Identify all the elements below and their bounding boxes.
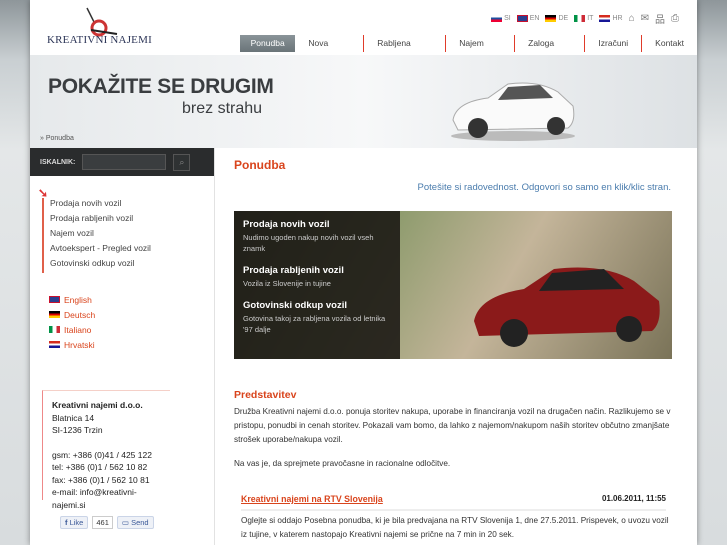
lang-label: Hrvatski [64, 339, 95, 350]
nav-rabljena-vozila[interactable]: Rabljena vozila [363, 35, 445, 65]
promo-item[interactable]: Prodaja novih vozil Nudimo ugoden nakup n… [243, 219, 391, 254]
lang-en[interactable]: EN [516, 15, 540, 22]
banner-headline: POKAŽITE SE DRUGIM [48, 75, 274, 98]
lang-code: HR [612, 15, 623, 22]
lang-link-deutsch[interactable]: Deutsch [49, 307, 95, 322]
lang-de[interactable]: DE [545, 15, 568, 22]
nav-zaloga-vozil[interactable]: Zaloga vozil [514, 35, 584, 65]
like-count: 461 [92, 516, 113, 529]
sidebar-item-najem[interactable]: Najem vozil [42, 228, 151, 243]
sitemap-icon[interactable]: 品 [655, 11, 665, 26]
facebook-icon: f [65, 518, 68, 527]
red-car-image [474, 267, 660, 347]
nav-nova-vozila[interactable]: Nova vozila [295, 35, 363, 65]
lang-link-italiano[interactable]: Italiano [49, 322, 95, 337]
lang-link-english[interactable]: English [49, 292, 95, 307]
lang-code: EN [529, 15, 540, 22]
flag-hr-icon [49, 341, 60, 348]
send-icon: ▭ [121, 518, 129, 527]
main-nav: Ponudba Nova vozila Rabljena vozila Naje… [240, 35, 697, 65]
promo-title: Gotovinski odkup vozil [243, 300, 347, 311]
banner: POKAŽITE SE DRUGIM brez strahu » Ponudba [30, 55, 697, 148]
lang-it[interactable]: IT [574, 15, 593, 22]
news-header: Kreativni najemi na RTV Slovenija 01.06.… [241, 494, 666, 511]
email[interactable]: e-mail: info@kreativni-najemi.si [52, 486, 170, 511]
news-text: Oglejte si oddajo Posebna ponudba, ki je… [241, 516, 669, 539]
sidebar-item-avtoekspert[interactable]: Avtoekspert - Pregled vozil [42, 243, 151, 258]
search-label: ISKALNIK: [40, 158, 76, 166]
sidebar-item-prodaja-novih[interactable]: Prodaja novih vozil [42, 198, 151, 213]
tel: tel: +386 (0)1 / 562 10 82 [52, 462, 148, 472]
flag-de-icon [545, 15, 557, 22]
flag-en-icon [49, 296, 60, 303]
search-icon: ⌕ [179, 156, 185, 167]
lang-code: DE [558, 15, 569, 22]
facebook-send-button[interactable]: ▭ Send [116, 516, 154, 529]
page: KREATIVNI NAJEMI SI EN DE IT HR ⌂ ✉ 品 ⎙ … [30, 0, 697, 545]
logo-text[interactable]: KREATIVNI NAJEMI [47, 34, 152, 46]
search-button[interactable]: ⌕ [173, 153, 191, 171]
flag-it-icon [574, 15, 586, 22]
banner-subline: brez strahu [182, 100, 263, 117]
nav-izracuni[interactable]: Izračuni [584, 35, 641, 52]
news-title-link[interactable]: Kreativni najemi na RTV Slovenija [241, 494, 383, 504]
home-icon[interactable]: ⌂ [629, 13, 635, 24]
promo-text: Vozila iz Slovenije in tujine [243, 279, 331, 288]
nav-ponudba[interactable]: Ponudba [240, 35, 296, 52]
lang-code: IT [587, 15, 594, 22]
promo-title: Prodaja rabljenih vozil [243, 265, 344, 276]
promo-list: Prodaja novih vozil Nudimo ugoden nakup n… [234, 211, 400, 359]
lang-label: Italiano [64, 324, 92, 335]
gsm: gsm: +386 (0)41 / 425 122 [52, 449, 152, 460]
sidebar-languages: English Deutsch Italiano Hrvatski [49, 292, 95, 352]
page-title: Ponudba [234, 158, 286, 172]
lang-hr[interactable]: HR [599, 15, 623, 22]
promo-item[interactable]: Prodaja rabljenih vozil Vozila iz Sloveni… [243, 265, 391, 289]
facebook-like-button[interactable]: f Like [60, 516, 89, 529]
sidebar-menu: Prodaja novih vozil Prodaja rabljenih vo… [42, 198, 151, 273]
company-name: Kreativni najemi d.o.o. [52, 400, 143, 410]
promo-title: Prodaja novih vozil [243, 219, 330, 230]
flag-si-icon [491, 15, 503, 22]
white-car-image [451, 82, 575, 141]
search-bar: ISKALNIK: ⌕ [30, 148, 214, 176]
sidebar-item-odkup[interactable]: Gotovinski odkup vozil [42, 258, 151, 273]
nav-najem-vozil[interactable]: Najem vozil [445, 35, 514, 65]
language-bar: SI EN DE IT HR ⌂ ✉ 品 ⎙ [491, 11, 679, 26]
social-buttons: f Like 461 ▭ Send [60, 516, 154, 529]
lang-label: English [64, 294, 92, 305]
nav-kontakt[interactable]: Kontakt [641, 35, 697, 52]
send-label: Send [131, 518, 149, 527]
breadcrumb[interactable]: » Ponudba [40, 135, 74, 142]
lang-code: SI [504, 15, 511, 22]
news-date: 01.06.2011, 11:55 [601, 494, 666, 503]
mail-icon[interactable]: ✉ [641, 13, 649, 24]
lang-link-hrvatski[interactable]: Hrvatski [49, 337, 95, 352]
header: KREATIVNI NAJEMI SI EN DE IT HR ⌂ ✉ 品 ⎙ … [30, 0, 697, 65]
tagline: Potešite si radovednost. Odgovori so sam… [417, 182, 671, 193]
promo-text: Nudimo ugoden nakup novih vozil vseh zna… [243, 233, 374, 253]
flag-de-icon [49, 311, 60, 318]
intro-text: Družba Kreativni najemi d.o.o. ponuja st… [234, 407, 671, 444]
lang-si[interactable]: SI [491, 15, 511, 22]
city: SI-1236 Trzin [52, 425, 103, 435]
flag-en-icon [516, 15, 528, 22]
sidebar-item-prodaja-rabljenih[interactable]: Prodaja rabljenih vozil [42, 213, 151, 228]
promo-banner: Prodaja novih vozil Nudimo ugoden nakup n… [234, 211, 672, 359]
flag-hr-icon [599, 15, 611, 22]
flag-it-icon [49, 326, 60, 333]
print-icon[interactable]: ⎙ [671, 13, 679, 24]
sidebar: ISKALNIK: ⌕ ➘ Prodaja novih vozil Prodaj… [30, 148, 215, 545]
like-label: Like [69, 518, 84, 527]
fax: fax: +386 (0)1 / 562 10 81 [52, 474, 150, 485]
intro-text-2: Na vas je, da sprejmete pravočasne in ra… [234, 459, 451, 468]
section-title: Predstavitev [234, 389, 297, 401]
search-input[interactable] [82, 154, 167, 170]
lang-label: Deutsch [64, 309, 96, 320]
main-content: Ponudba Potešite si radovednost. Odgovor… [216, 148, 697, 545]
street: Blatnica 14 [52, 412, 95, 423]
promo-item[interactable]: Gotovinski odkup vozil Gotovina takoj za … [243, 300, 391, 335]
promo-text: Gotovina takoj za rabljena vozila od let… [243, 314, 386, 334]
contact-box: Kreativni najemi d.o.o. Blatnica 14 SI-1… [42, 390, 170, 510]
